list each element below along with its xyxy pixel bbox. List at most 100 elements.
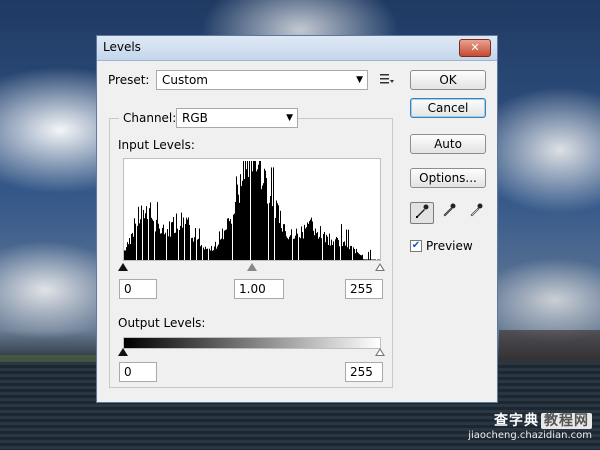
input-white-field[interactable]: 255	[345, 279, 383, 299]
histogram-bar	[352, 250, 353, 260]
histogram-bar	[324, 231, 325, 260]
histogram-bar	[254, 161, 255, 260]
histogram-bar	[234, 213, 235, 260]
preview-checkbox[interactable]: ✔	[410, 240, 422, 252]
histogram-bar	[301, 226, 302, 260]
histogram-bar	[267, 203, 268, 260]
histogram-bar	[190, 231, 191, 260]
histogram-bar	[198, 238, 199, 260]
histogram-bar	[169, 221, 170, 260]
histogram-bar	[131, 234, 132, 260]
histogram-bar	[337, 237, 338, 260]
histogram-bar	[334, 241, 335, 260]
input-black-field[interactable]: 0	[119, 279, 157, 299]
histogram-bar	[292, 237, 293, 260]
histogram-bar	[291, 229, 292, 260]
black-point-eyedropper-icon[interactable]	[410, 202, 434, 224]
close-button[interactable]: ✕	[459, 39, 491, 57]
input-black-slider[interactable]	[118, 263, 128, 271]
histogram-bar	[196, 240, 197, 260]
preset-options-icon[interactable]	[380, 73, 394, 88]
input-gamma-field[interactable]: 1.00	[234, 279, 284, 299]
histogram-bar	[348, 229, 349, 260]
histogram-bar	[325, 242, 326, 260]
histogram-bar	[179, 229, 180, 260]
histogram-bar	[310, 219, 311, 260]
histogram-bar	[187, 219, 188, 260]
histogram-bar	[321, 238, 322, 260]
histogram-bar	[296, 228, 297, 260]
channel-value: RGB	[182, 111, 208, 125]
histogram-bar	[315, 228, 316, 260]
histogram-bar	[238, 194, 239, 260]
histogram-bar	[162, 227, 163, 260]
histogram-bar	[229, 221, 230, 260]
histogram-bar	[318, 238, 319, 260]
histogram-bar	[154, 226, 155, 260]
histogram-bar	[239, 202, 240, 260]
histogram-bar	[375, 259, 376, 260]
histogram-bar	[363, 259, 364, 260]
preset-select[interactable]: Custom ▼	[156, 70, 368, 90]
histogram-bar	[276, 200, 277, 260]
histogram-bar	[149, 208, 150, 260]
histogram-bar	[137, 225, 138, 260]
output-black-field[interactable]: 0	[119, 362, 157, 382]
histogram-bar	[133, 236, 134, 260]
histogram-bar	[219, 231, 220, 260]
histogram-bar	[211, 245, 212, 260]
watermark-brand: 查字典	[494, 413, 539, 429]
chevron-down-icon: ▼	[356, 75, 363, 85]
histogram-bar	[332, 245, 333, 260]
histogram-bar	[166, 222, 167, 260]
watermark-brand-box: 教程网	[541, 413, 592, 429]
output-white-field[interactable]: 255	[345, 362, 383, 382]
histogram-bar	[144, 218, 145, 260]
histogram-bar	[178, 230, 179, 260]
input-slider-track[interactable]	[118, 263, 385, 273]
histogram-bar	[218, 244, 219, 260]
histogram-bar	[214, 246, 215, 260]
input-gamma-slider[interactable]	[247, 263, 257, 271]
histogram-bar	[343, 242, 344, 260]
histogram-bar	[232, 200, 233, 260]
white-point-eyedropper-icon[interactable]	[464, 202, 488, 224]
histogram-bar	[209, 248, 210, 260]
output-slider-track[interactable]	[118, 348, 385, 358]
histogram-bar	[158, 223, 159, 260]
histogram-bar	[168, 236, 169, 260]
histogram-bar	[226, 229, 227, 260]
histogram-bar	[369, 259, 370, 260]
histogram-bar	[184, 223, 185, 260]
options-button[interactable]: Options...	[410, 168, 486, 188]
histogram-bar	[364, 259, 365, 260]
histogram-bar	[367, 259, 368, 260]
output-black-slider[interactable]	[118, 348, 128, 356]
histogram-bar	[182, 227, 183, 260]
output-white-slider[interactable]	[375, 348, 385, 356]
background-shoreline-right	[499, 330, 600, 360]
histogram-bar	[243, 161, 244, 260]
histogram-bar	[316, 233, 317, 260]
histogram-bar	[293, 238, 294, 260]
histogram-bar	[240, 174, 241, 260]
cancel-button[interactable]: Cancel	[410, 98, 486, 118]
title-bar[interactable]: Levels ✕	[97, 36, 497, 61]
input-white-slider[interactable]	[375, 263, 385, 271]
histogram-bar	[354, 249, 355, 260]
histogram-bar	[288, 239, 289, 260]
histogram-bar	[312, 221, 313, 260]
auto-button[interactable]: Auto	[410, 134, 486, 154]
histogram-bar	[373, 259, 374, 260]
histogram-bar	[156, 219, 157, 260]
ok-button[interactable]: OK	[410, 70, 486, 90]
histogram-bar	[279, 223, 280, 260]
histogram-bar	[358, 253, 359, 260]
histogram-bar	[141, 205, 142, 260]
histogram-bar	[295, 235, 296, 260]
histogram-bar	[177, 228, 178, 260]
gray-point-eyedropper-icon[interactable]	[437, 202, 461, 224]
histogram-bar	[345, 245, 346, 260]
histogram-bar	[299, 237, 300, 260]
channel-select[interactable]: RGB ▼	[176, 108, 298, 128]
